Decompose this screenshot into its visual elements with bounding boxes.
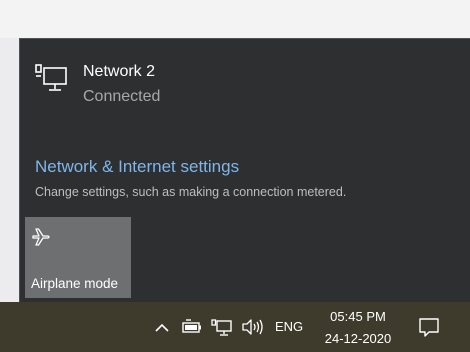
network-icon[interactable] xyxy=(210,316,234,338)
network-name: Network 2 xyxy=(83,63,156,80)
airplane-mode-label: Airplane mode xyxy=(31,276,119,291)
taskbar: ENG 05:45 PM 24-12-2020 xyxy=(0,302,470,352)
network-list-item[interactable]: Network 2 Connected xyxy=(20,57,470,113)
desktop-window-strip xyxy=(0,0,470,38)
network-internet-settings-link[interactable]: Network & Internet settings xyxy=(35,157,239,177)
chevron-up-icon[interactable] xyxy=(150,316,174,338)
ethernet-monitor-icon xyxy=(35,64,67,91)
taskbar-clock[interactable]: 05:45 PM 24-12-2020 xyxy=(314,306,402,348)
desktop-window-edge xyxy=(0,38,20,302)
network-flyout: Network 2 Connected Network & Internet s… xyxy=(19,38,470,302)
action-center-icon[interactable] xyxy=(417,316,441,338)
clock-date: 24-12-2020 xyxy=(324,331,392,346)
input-language-indicator[interactable]: ENG xyxy=(275,319,303,334)
clock-time: 05:45 PM xyxy=(330,309,386,324)
settings-description: Change settings, such as making a connec… xyxy=(35,185,347,199)
airplane-icon xyxy=(32,228,50,246)
airplane-mode-tile[interactable]: Airplane mode xyxy=(25,217,131,298)
volume-icon[interactable] xyxy=(240,316,264,338)
network-status: Connected xyxy=(83,88,161,105)
battery-icon[interactable] xyxy=(180,316,204,338)
